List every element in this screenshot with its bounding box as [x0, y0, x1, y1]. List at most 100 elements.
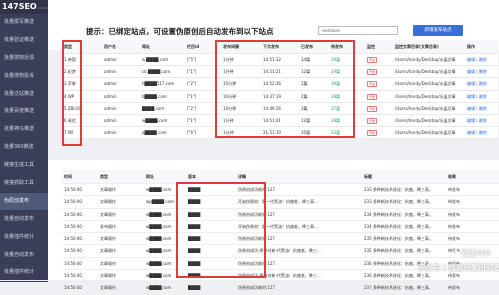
log-cell-time: 14:50:40 [64, 248, 82, 254]
cell-pub: 1篇 [301, 81, 308, 87]
log-cell-time: 14:50:40 [64, 236, 82, 242]
log-table: 时间 类型 网址 版本 详情 标题 结果 14:50:40 文章操作 w████.com ████… [62, 170, 499, 295]
log-cell-ver: ████ [188, 236, 201, 242]
log-cell-time: 14:50:40 [64, 260, 82, 266]
cell-mon[interactable]: 开启 [365, 115, 393, 126]
sidebar-item[interactable]: 批量撰写推送 [0, 14, 48, 32]
cell-intv: 1分钟 [223, 117, 234, 123]
log-cell-site: w████.com [146, 187, 172, 192]
cell-op[interactable]: 编辑 | 删除 [465, 115, 498, 126]
cell-op[interactable]: 编辑 | 删除 [465, 54, 498, 65]
cell-site: w████.com [142, 117, 168, 123]
cell-mon[interactable]: 开启 [365, 66, 393, 77]
cell-pub: 12篇 [301, 69, 311, 75]
sidebar-item[interactable]: 批量泛站推送 [0, 86, 48, 104]
cell-op[interactable]: 编辑 | 删除 [465, 103, 498, 114]
log-cell-detail: 伪原创成功耗时:127 [238, 260, 275, 266]
cell-op[interactable]: 编辑 | 删除 [465, 127, 498, 138]
log-cell-ver: ████ [188, 199, 201, 205]
log-row: 14:50:40 文章操作 w████.com ████ 伪原创成功耗时:127 233 … [62, 184, 499, 197]
cell-dir: /Users/hardy/Desktop/水晶文章 [395, 93, 456, 99]
cell-pend: 29篇 [331, 57, 341, 62]
log-cell-title: 234 多种新技术进化：抗癌，降三高， [364, 211, 433, 217]
cell-type: 7.PB [64, 130, 73, 136]
site-input[interactable]: nestoken [318, 26, 398, 35]
log-row: 14:50:40 文章操作 w████.com ████ 伪原创成功耗时:127 237 … [62, 282, 499, 295]
column-header: 监控文章目录(文章目录) [395, 44, 439, 49]
sidebar-item[interactable]: 伪原创发布 [0, 192, 48, 211]
table-row: 1.帝国 admin w.████.com ["5"] 1分钟 14:51:32 14篇 29… [62, 54, 498, 67]
monitor-status-badge[interactable]: 开启 [367, 105, 378, 112]
watermark-line1: 光速SEO [461, 249, 491, 257]
log-cell-type: 文章操作 [100, 187, 116, 192]
cell-col: ["1"] [187, 93, 197, 99]
cell-op[interactable]: 编辑 | 删除 [465, 66, 498, 77]
cell-pend: 37篇 [331, 105, 341, 111]
monitor-status-badge[interactable]: 开启 [367, 130, 378, 137]
cell-pend: 39篇 [331, 117, 341, 123]
sidebar-item[interactable]: 批量搜狗反馈 [0, 50, 48, 68]
cell-op[interactable]: 编辑 | 删除 [465, 78, 498, 89]
cell-mon[interactable]: 开启 [365, 91, 393, 102]
log-cell-site: wp████.com [146, 199, 174, 205]
cell-user: admin [104, 130, 117, 136]
log-row: 14:50:40 发布操作 w████.com ████ 开始伪原创：第一代黑油！抗癌老… [62, 221, 499, 234]
cell-mon[interactable]: 开启 [365, 103, 393, 114]
column-header: 已发布 [301, 44, 313, 49]
watermark-title: 光速SEO [452, 248, 491, 258]
sidebar-item[interactable]: 批量百度推送 [0, 103, 48, 122]
cell-mon[interactable]: 开启 [365, 54, 393, 65]
cell-col: ["1"] [187, 69, 197, 75]
cell-type: 6.易优 [64, 117, 76, 123]
log-cell-type: 文章操作 [100, 236, 116, 242]
cell-site: ████.com [142, 105, 165, 111]
column-header: 版本 [188, 174, 196, 179]
cell-pub: 3篇 [301, 105, 308, 111]
cell-user: admin [104, 81, 117, 87]
cell-next: 14:51:21 [263, 69, 281, 75]
monitor-status-badge[interactable]: 开启 [367, 93, 378, 100]
cell-mon[interactable]: 开启 [365, 127, 393, 138]
column-header: 类型 [100, 174, 108, 179]
sidebar-item[interactable]: 链接抓取工具 [0, 175, 48, 193]
cell-mon[interactable]: 开启 [365, 78, 393, 89]
log-cell-title: 233 多种新技术进化：抗癌，降三高， [364, 199, 433, 205]
log-cell-type: 文章操作 [100, 248, 116, 254]
log-cell-type: 文章操作 [100, 199, 116, 205]
cell-type: 2.织梦 [64, 69, 76, 75]
monitor-status-badge[interactable]: 开启 [367, 117, 378, 124]
monitor-status-badge[interactable]: 开启 [367, 69, 378, 76]
column-header: 下次发布 [263, 44, 279, 49]
table-row: 3.苹果 admin h████517.com ["2"] 10分钟 14:52:36 1篇… [62, 78, 498, 91]
sidebar-item[interactable]: 链接生成工具 [0, 157, 48, 176]
cell-type: 5.ZBLOG [64, 105, 82, 111]
cell-pend: 39篇 [331, 93, 341, 99]
sidebar-item[interactable]: 批量自动发布 [0, 247, 48, 265]
log-cell-time: 14:50:40 [64, 199, 82, 205]
log-cell-site: w████.com [146, 223, 172, 229]
cell-type: 4.WP [64, 93, 75, 99]
cell-pub: 14篇 [301, 57, 311, 62]
sites-table-header: 类型 用户名 网址 栏目id 发布间隔 下次发布 已发布 待发布 监控 监控文章目录(文章目录) 操… [62, 40, 498, 54]
monitor-status-badge[interactable]: 开启 [367, 57, 378, 63]
cell-col: ["5"] [187, 57, 197, 62]
cell-dir: /Users/hardy/Desktop/水晶文章 [395, 117, 456, 123]
log-cell-ver: ████ [188, 187, 201, 192]
cell-pend: 23篇 [331, 130, 341, 136]
monitor-status-badge[interactable]: 开启 [367, 81, 378, 88]
sidebar-item[interactable]: 批量自动发布 [0, 211, 48, 229]
column-header: 网址 [142, 44, 150, 49]
log-cell-time: 14:50:40 [64, 211, 82, 217]
cell-next: 21:51:10 [263, 130, 281, 136]
add-site-button[interactable]: 新增发布站点 [413, 25, 463, 36]
sidebar-item[interactable]: 批量验证推送 [0, 32, 48, 50]
sidebar-item[interactable]: 批量插件统计 [0, 229, 48, 247]
cell-op[interactable]: 编辑 | 删除 [465, 91, 498, 102]
column-header: 时间 [64, 174, 72, 179]
sidebar-item[interactable]: 批量搜狗投诉 [0, 68, 48, 86]
sidebar-item[interactable]: 批量神马推送 [0, 121, 48, 140]
cell-col: ["6"] [187, 130, 197, 136]
sidebar-item[interactable]: 批量360推送 [0, 139, 48, 158]
column-header: 栏目id [187, 44, 200, 49]
log-cell-ver: ████ [188, 260, 201, 266]
